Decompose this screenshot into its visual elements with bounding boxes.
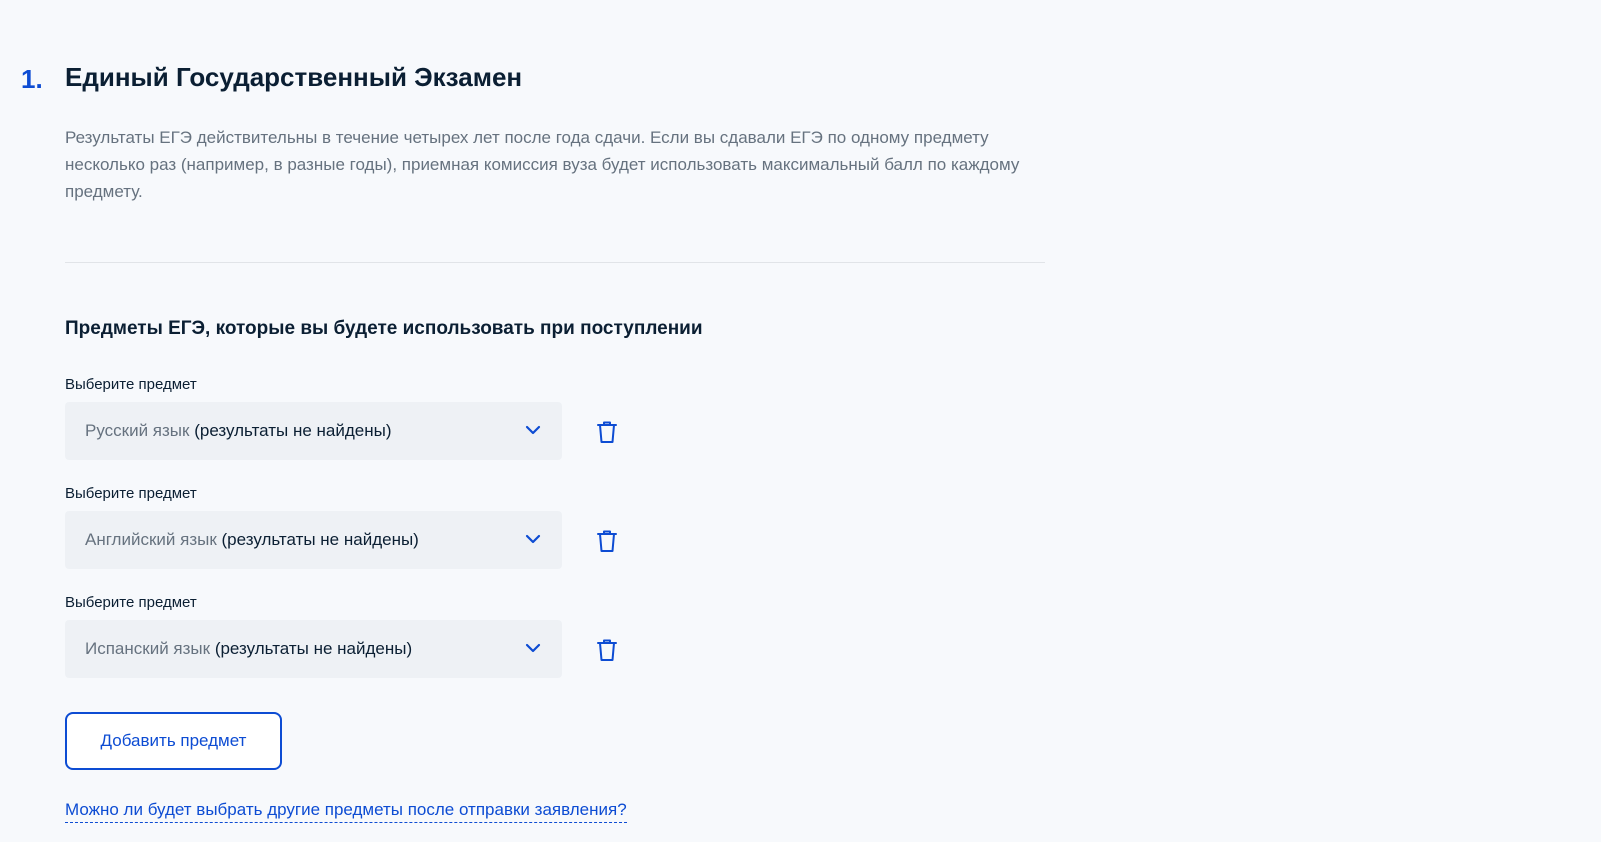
step-number: 1. xyxy=(21,64,43,94)
help-link[interactable]: Можно ли будет выбрать другие предметы п… xyxy=(65,800,627,823)
subject-select-value: Испанский язык xyxy=(85,639,211,658)
subject-select[interactable]: Испанский язык (результаты не найдены) xyxy=(65,620,562,678)
subject-result-status: (результаты не найдены) xyxy=(194,421,392,440)
add-subject-button[interactable]: Добавить предмет xyxy=(65,712,282,770)
subject-select[interactable]: Английский язык (результаты не найдены) xyxy=(65,511,562,569)
subjects-section-title: Предметы ЕГЭ, которые вы будете использо… xyxy=(65,318,703,339)
subject-select[interactable]: Русский язык (результаты не найдены) xyxy=(65,402,562,460)
subject-field-label: Выберите предмет xyxy=(65,485,197,502)
subject-result-status: (результаты не найдены) xyxy=(221,530,419,549)
section-description: Результаты ЕГЭ действительны в течение ч… xyxy=(65,128,1020,201)
chevron-down-icon[interactable] xyxy=(524,421,542,439)
subject-select-value: Английский язык xyxy=(85,530,217,549)
chevron-down-icon[interactable] xyxy=(524,639,542,657)
subject-result-status: (результаты не найдены) xyxy=(214,639,413,658)
subject-field-label: Выберите предмет xyxy=(65,594,197,611)
page-title: Единый Государственный Экзамен xyxy=(65,62,523,92)
subject-select-value: Русский язык xyxy=(85,421,190,440)
trash-icon[interactable] xyxy=(596,638,618,662)
trash-icon[interactable] xyxy=(596,420,618,444)
chevron-down-icon[interactable] xyxy=(524,530,542,548)
subject-field-label: Выберите предмет xyxy=(65,376,197,393)
trash-icon[interactable] xyxy=(596,529,618,553)
divider xyxy=(65,262,1045,263)
